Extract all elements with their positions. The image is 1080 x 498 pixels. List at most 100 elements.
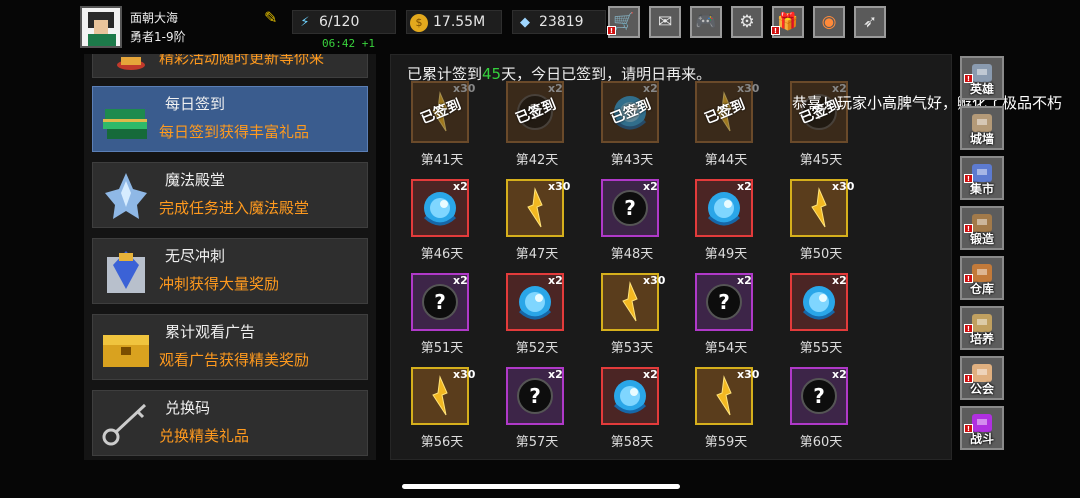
- menu-item-desc: 每日签到获得丰富礼品: [159, 123, 310, 141]
- checkin-day-cell[interactable]: x2 第49天: [695, 179, 775, 271]
- day-label: 第41天: [420, 153, 464, 168]
- svg-text:?: ?: [813, 384, 825, 408]
- sidenav-anvil[interactable]: 锻造!: [960, 206, 1004, 250]
- sidenav-warehouse[interactable]: 仓库!: [960, 256, 1004, 300]
- reward-slot: ? 已签到 x2: [506, 81, 564, 143]
- checkin-day-cell: 已签到 x30 第41天: [411, 81, 491, 173]
- mail-icon: ✉: [657, 12, 673, 32]
- day-label: 第51天: [420, 341, 464, 356]
- day-label: 第49天: [704, 247, 748, 262]
- reward-quantity: x30: [548, 180, 571, 193]
- sidenav-wall[interactable]: 城墙: [960, 106, 1004, 150]
- menu-item-title: 累计观看广告: [165, 323, 256, 341]
- checkin-day-cell[interactable]: x30 第53天: [601, 273, 681, 365]
- menu-item-title: 无尽冲刺: [165, 247, 226, 265]
- checkin-grid: 已签到 x30 第41天 ? 已签到 x2 第42天 已签到 x2 第43天 已签到 x30 第44天?…: [391, 81, 951, 459]
- reward-slot: x30: [411, 367, 475, 425]
- checkin-day-cell[interactable]: x2 第52天: [506, 273, 586, 365]
- svg-text:?: ?: [434, 290, 446, 314]
- reward-quantity: x2: [548, 274, 563, 287]
- menu-item-1[interactable]: 每日签到每日签到获得丰富礼品: [92, 86, 368, 152]
- energy-value: 6/120: [319, 14, 360, 30]
- day-label: 第53天: [610, 341, 654, 356]
- checkin-panel: 已累计签到45天，今日已签到，请明日再来。 已签到 x30 第41天? 已签到 x2 第4…: [390, 54, 952, 460]
- reward-slot: x30: [695, 367, 759, 425]
- menu-item-desc: 观看广告获得精美奖励: [159, 351, 310, 369]
- gamepad-button[interactable]: 🎮: [690, 6, 722, 38]
- alert-badge: !: [964, 74, 973, 83]
- day-label: 第54天: [704, 341, 748, 356]
- menu-item-3[interactable]: 无尽冲刺 冲刺获得大量奖励: [92, 238, 368, 304]
- checkin-day-cell[interactable]: x30 第56天: [411, 367, 491, 459]
- reward-slot: x30: [506, 179, 570, 237]
- sidenav-market[interactable]: 集市!: [960, 156, 1004, 200]
- checkin-day-cell[interactable]: ? x2 第57天: [506, 367, 586, 459]
- treasure-chest-icon: [99, 323, 153, 373]
- svg-text:?: ?: [718, 290, 730, 314]
- day-label: 第43天: [610, 153, 654, 168]
- reward-slot: ? x2: [695, 273, 753, 331]
- reward-quantity: x30: [453, 82, 476, 95]
- reward-quantity: x2: [737, 274, 752, 287]
- mail-button[interactable]: ✉: [649, 6, 681, 38]
- reward-quantity: x30: [643, 274, 666, 287]
- reward-slot: x2: [411, 179, 469, 237]
- day-label: 第52天: [515, 341, 559, 356]
- feather-button[interactable]: ➶: [854, 6, 886, 38]
- reward-quantity: x2: [643, 82, 658, 95]
- sidenav-guild[interactable]: 公会!: [960, 356, 1004, 400]
- home-indicator[interactable]: [402, 484, 680, 489]
- avatar[interactable]: [80, 6, 122, 48]
- checkin-day-cell[interactable]: ? x2 第51天: [411, 273, 491, 365]
- game-screen: 面朝大海 勇者1-9阶 ✎ ⚡ 6/120 06:42 +1 $ 17.55M …: [0, 0, 1080, 498]
- color-wheel-button[interactable]: ◉: [813, 6, 845, 38]
- feather-icon: ➶: [862, 12, 878, 32]
- chest-icon: [99, 54, 153, 71]
- day-label: 第45天: [799, 153, 843, 168]
- gem-counter: ◆ 23819: [512, 10, 606, 34]
- checkin-day-cell[interactable]: ? x2 第60天: [790, 367, 870, 459]
- day-label: 第59天: [704, 435, 748, 450]
- player-rank: 勇者1-9阶: [130, 30, 186, 44]
- day-label: 第58天: [610, 435, 654, 450]
- checkin-day-cell: ? 已签到 x2 第42天: [506, 81, 586, 173]
- sidenav-trophy[interactable]: 培养!: [960, 306, 1004, 350]
- gear-button[interactable]: ⚙: [731, 6, 763, 38]
- checkin-day-cell[interactable]: x2 第55天: [790, 273, 870, 365]
- shop-cart-button[interactable]: 🛒!: [607, 6, 640, 38]
- ice-crystal-icon: [99, 171, 153, 221]
- menu-item-desc: 精彩活动随时更新等你来: [159, 54, 325, 67]
- checkin-day-cell[interactable]: x30 第59天: [695, 367, 775, 459]
- edit-name-icon[interactable]: ✎: [264, 8, 277, 27]
- day-label: 第42天: [515, 153, 559, 168]
- gift-button[interactable]: 🎁!: [771, 6, 804, 38]
- menu-item-5[interactable]: 兑换码 兑换精美礼品: [92, 390, 368, 456]
- gold-counter: $ 17.55M: [406, 10, 502, 34]
- sidenav-portal[interactable]: 战斗!: [960, 406, 1004, 450]
- checkin-day-cell[interactable]: x2 第46天: [411, 179, 491, 271]
- menu-item-partial[interactable]: 精彩活动随时更新等你来: [92, 54, 368, 78]
- energy-counter: ⚡ 6/120: [292, 10, 396, 34]
- checkin-day-cell[interactable]: ? x2 第48天: [601, 179, 681, 271]
- menu-item-4[interactable]: 累计观看广告观看广告获得精美奖励: [92, 314, 368, 380]
- reward-slot: ? x2: [601, 179, 659, 237]
- reward-slot: x2: [695, 179, 753, 237]
- color-wheel-icon: ◉: [821, 12, 837, 32]
- checkin-day-cell[interactable]: x30 第47天: [506, 179, 586, 271]
- gamepad-icon: 🎮: [695, 12, 717, 32]
- alert-badge: !: [964, 274, 973, 283]
- menu-item-title: 每日签到: [165, 95, 226, 113]
- reward-slot: x30: [790, 179, 854, 237]
- svg-text:?: ?: [624, 196, 636, 220]
- reward-slot: x2: [790, 273, 848, 331]
- checkin-day-cell[interactable]: ? x2 第54天: [695, 273, 775, 365]
- sidenav-helmet[interactable]: 英雄!: [960, 56, 1004, 100]
- checkin-day-cell[interactable]: x30 第50天: [790, 179, 870, 271]
- broadcast-ticker: 恭喜！玩家小高脾气好，孵化了极品不朽: [792, 94, 1063, 112]
- lightning-icon: ⚡: [300, 15, 310, 30]
- activity-menu: 精彩活动随时更新等你来 每日签到每日签到获得丰富礼品魔法殿堂 完成任务进入魔法殿堂…: [84, 54, 376, 460]
- checkin-day-cell[interactable]: x2 第58天: [601, 367, 681, 459]
- reward-slot: x2: [601, 367, 659, 425]
- alert-badge: !: [964, 224, 973, 233]
- menu-item-2[interactable]: 魔法殿堂 完成任务进入魔法殿堂: [92, 162, 368, 228]
